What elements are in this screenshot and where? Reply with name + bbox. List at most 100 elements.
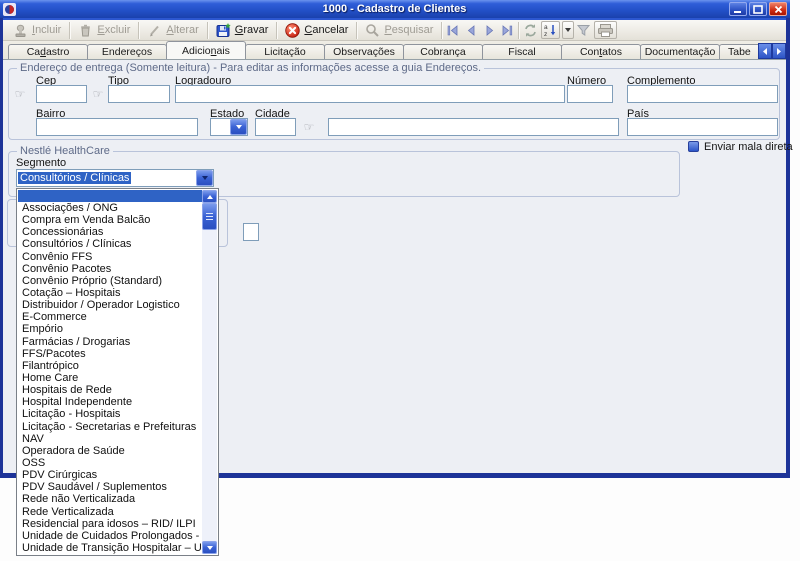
refresh-icon (523, 23, 538, 38)
bairro-input[interactable] (36, 118, 198, 136)
list-item[interactable]: Convênio Próprio (Standard) (18, 275, 203, 287)
alterar-button[interactable]: Alterar (141, 21, 204, 40)
toolbar-separator (69, 22, 70, 39)
title-bar[interactable]: 1000 - Cadastro de Clientes (0, 0, 790, 18)
refresh-button[interactable] (521, 21, 539, 39)
tab-fiscal[interactable]: Fiscal (482, 44, 562, 59)
list-item[interactable]: OSS (18, 457, 203, 469)
complemento-input[interactable] (627, 85, 778, 103)
list-item[interactable]: Associações / ONG (18, 202, 203, 214)
tab-adicionais[interactable]: Adicionais (166, 41, 246, 59)
nav-first-button[interactable] (444, 21, 462, 39)
sort-az-icon: az (544, 23, 557, 37)
cep-browse-button[interactable]: ☞ (11, 85, 29, 103)
list-item[interactable]: Convênio Pacotes (18, 263, 203, 275)
filter-button[interactable] (574, 21, 592, 39)
list-item[interactable]: Concessionárias (18, 226, 203, 238)
list-item[interactable]: Hospitais de Rede (18, 384, 203, 396)
maximize-button[interactable] (749, 2, 767, 16)
dropdown-scrollbar[interactable] (202, 190, 217, 554)
dropdown-highlighted-row[interactable] (18, 190, 203, 202)
arrow-right-icon (775, 47, 783, 56)
sort-dropdown-button[interactable] (562, 21, 574, 39)
incluir-button[interactable]: Incluir (7, 21, 67, 40)
list-item[interactable]: PDV Cirúrgicas (18, 469, 203, 481)
list-item[interactable]: Licitação - Secretarias e Prefeituras (18, 421, 203, 433)
sort-button[interactable]: az (541, 21, 560, 39)
tab-scroll-left-button[interactable] (758, 43, 772, 59)
minimize-icon (733, 5, 743, 13)
scrollbar-thumb[interactable] (202, 203, 217, 230)
scroll-down-button[interactable] (202, 541, 217, 554)
nav-last-button[interactable] (498, 21, 516, 39)
cidade-input[interactable] (328, 118, 619, 136)
cidade-code-input[interactable] (255, 118, 296, 136)
tab-cadastro[interactable]: Cadastro (8, 44, 88, 59)
logradouro-input[interactable] (175, 85, 565, 103)
list-item[interactable]: Unidade de Transição Hospitalar – UTH (18, 542, 203, 554)
print-button[interactable] (594, 21, 617, 39)
list-item[interactable]: Unidade de Cuidados Prolongados - UCP (18, 530, 203, 542)
cep-input[interactable] (36, 85, 87, 103)
toolbar-separator (138, 22, 139, 39)
list-item[interactable]: Distribuidor / Operador Logistico (18, 299, 203, 311)
app-icon (3, 3, 16, 16)
arrow-left-icon (761, 47, 769, 56)
list-item[interactable]: Consultórios / Clínicas (18, 238, 203, 250)
list-item[interactable]: Licitação - Hospitais (18, 408, 203, 420)
gravar-button[interactable]: Gravar (210, 21, 275, 40)
list-item[interactable]: Residencial para idosos – RID/ ILPI (18, 518, 203, 530)
nav-next-button[interactable] (480, 21, 498, 39)
list-item[interactable]: Empório (18, 323, 203, 335)
numero-input[interactable] (567, 85, 613, 103)
excluir-label: Excluir (97, 24, 130, 36)
list-item[interactable]: Hospital Independente (18, 396, 203, 408)
window-title: 1000 - Cadastro de Clientes (3, 3, 786, 15)
list-item[interactable]: Convênio FFS (18, 251, 203, 263)
list-item[interactable]: Operadora de Saúde (18, 445, 203, 457)
tab-cobranca[interactable]: Cobrança (403, 44, 483, 59)
list-item[interactable]: Filantrópico (18, 360, 203, 372)
segmento-combo[interactable]: Consultórios / Clínicas (16, 169, 214, 187)
segmento-label: Segmento (16, 157, 66, 169)
scroll-up-button[interactable] (202, 190, 217, 203)
tab-contatos[interactable]: Contatos (561, 44, 641, 59)
tab-enderecos[interactable]: Endereços (87, 44, 167, 59)
thumb-grip-icon (206, 219, 213, 220)
list-item[interactable]: Compra em Venda Balcão (18, 214, 203, 226)
enviar-mala-direta-label: Enviar mala direta (704, 141, 793, 153)
list-item[interactable]: Cotação – Hospitais (18, 287, 203, 299)
minimize-button[interactable] (729, 2, 747, 16)
nav-prior-button[interactable] (462, 21, 480, 39)
list-item[interactable]: NAV (18, 433, 203, 445)
tab-strip: Cadastro Endereços Adicionais Licitação … (3, 41, 786, 59)
pesquisar-button[interactable]: Pesquisar (359, 21, 439, 40)
tipo-input[interactable] (108, 85, 170, 103)
pais-input[interactable] (627, 118, 778, 136)
nav-next-icon (483, 24, 496, 37)
tipo-browse-button[interactable]: ☞ (89, 85, 107, 103)
list-item[interactable]: PDV Saudável / Suplementos (18, 481, 203, 493)
list-item[interactable]: Farmácias / Drogarias (18, 336, 203, 348)
tab-observacoes[interactable]: Observações (324, 44, 404, 59)
list-item[interactable]: E-Commerce (18, 311, 203, 323)
list-item[interactable]: FFS/Pacotes (18, 348, 203, 360)
cancel-icon (285, 23, 300, 38)
chevron-down-icon (236, 125, 242, 129)
list-item[interactable]: Rede Verticalizada (18, 506, 203, 518)
estado-dropdown-button[interactable] (230, 119, 247, 135)
desktop: 1000 - Cadastro de Clientes Incluir Excl… (0, 0, 800, 561)
segmento-dropdown-button[interactable] (196, 170, 213, 186)
list-item[interactable]: Home Care (18, 372, 203, 384)
enviar-mala-direta-checkbox[interactable] (688, 141, 699, 152)
estado-combo[interactable] (210, 118, 248, 136)
list-item[interactable]: Rede não Verticalizada (18, 493, 203, 505)
cidade-browse-button[interactable]: ☞ (300, 118, 318, 136)
tab-licitacao[interactable]: Licitação (245, 44, 325, 59)
excluir-button[interactable]: Excluir (72, 21, 136, 40)
hidden-small-input[interactable] (243, 223, 259, 241)
tab-documentacao[interactable]: Documentação (640, 44, 720, 59)
tab-scroll-right-button[interactable] (772, 43, 786, 59)
close-button[interactable] (769, 2, 787, 16)
cancelar-button[interactable]: Cancelar (279, 21, 354, 40)
